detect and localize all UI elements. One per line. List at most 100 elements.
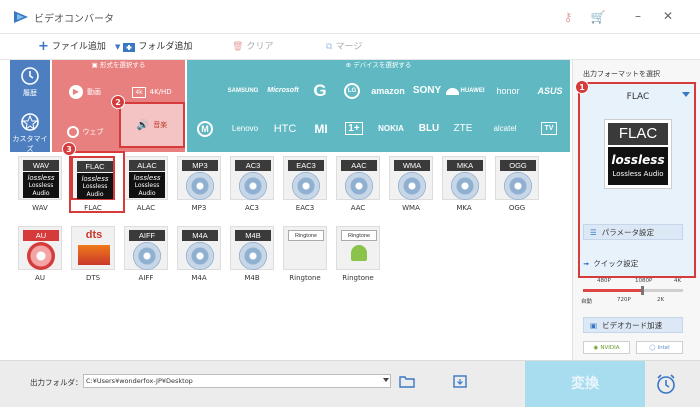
quality-auto: 自動 [581, 299, 593, 305]
format-ac3[interactable]: AC3 AC3 [228, 154, 276, 212]
close-button[interactable]: ✕ [660, 8, 676, 24]
format-m4b[interactable]: M4B M4B [228, 224, 276, 282]
format-aac[interactable]: AAC AAC [334, 154, 382, 212]
format-tile: WAV lossless Lossless Audio [18, 156, 62, 200]
clear-button[interactable]: 🗑 クリア [232, 39, 273, 55]
minimize-button[interactable]: – [630, 8, 646, 24]
customize-label: カスタマイズ [12, 135, 48, 153]
quick-setting-label: クイック設定 [593, 259, 639, 268]
brand-blu[interactable]: BLU [413, 110, 445, 147]
motorola-logo-icon[interactable]: M [187, 110, 223, 147]
brand-htc[interactable]: HTC [265, 110, 305, 147]
category-music[interactable]: 🔊 音楽 [119, 102, 185, 148]
device-panel: ⊕ デバイスを選択する SAMSUNG Microsoft G LG amazo… [187, 60, 570, 152]
quality-slider-track[interactable] [583, 289, 683, 292]
intel-logo-icon: ◯ [649, 344, 656, 351]
chevron-down-icon: ▼ [115, 43, 121, 51]
audio-disc-icon [292, 172, 320, 200]
history-label: 履歴 [23, 89, 37, 97]
quality-slider-thumb[interactable] [641, 286, 644, 295]
format-ogg[interactable]: OGG OGG [493, 154, 541, 212]
open-folder-icon[interactable] [452, 374, 468, 388]
merge-button[interactable]: ⧉ マージ [326, 39, 362, 55]
customize-tab[interactable]: カスタマイズ [10, 106, 50, 153]
parameter-settings-button[interactable]: ☰ パラメータ設定 [583, 224, 683, 240]
nvidia-toggle[interactable]: ◉ NVIDIA [583, 341, 630, 354]
app-logo-icon [14, 11, 28, 23]
brand-google[interactable]: G [305, 72, 335, 109]
format-aiff[interactable]: AIFF AIFF [122, 224, 170, 282]
play-icon: ▶ [69, 85, 83, 99]
brand-lg[interactable]: LG [337, 72, 367, 109]
cart-icon[interactable]: 🛒 [590, 9, 606, 25]
apple-logo-icon[interactable] [187, 72, 223, 109]
format-badge: AU [23, 230, 59, 241]
brand-microsoft[interactable]: Microsoft [263, 72, 303, 109]
audio-disc-icon [345, 172, 373, 200]
brand-nokia[interactable]: NOKIA [371, 110, 411, 147]
format-label: M4B [244, 274, 260, 282]
audio-disc-icon [186, 172, 214, 200]
format-m4a[interactable]: M4A M4A [175, 224, 223, 282]
key-icon[interactable]: ⚷ [560, 9, 576, 25]
quality-2k: 2K [657, 297, 665, 303]
gpu-acceleration-button[interactable]: ▣ ビデオカード加速 [583, 317, 683, 333]
format-eac3[interactable]: EAC3 EAC3 [281, 154, 329, 212]
brand-tv[interactable]: TV [529, 110, 569, 147]
category-video[interactable]: ▶ 動画 [52, 72, 118, 112]
trash-icon: 🗑 [232, 42, 244, 52]
speed-icon: ➟ [583, 259, 590, 268]
format-label: ALAC [136, 204, 156, 212]
plus-icon: + [38, 39, 49, 54]
format-label: MKA [456, 204, 472, 212]
format-wav[interactable]: WAV lossless Lossless Audio WAV [16, 154, 64, 212]
brand-honor[interactable]: honor [487, 72, 529, 109]
output-folder-label: 出力フォルダ： [30, 378, 83, 387]
path-dropdown-icon[interactable] [383, 378, 389, 382]
brand-zte[interactable]: ZTE [445, 110, 481, 147]
format-badge: Ringtone [288, 230, 324, 241]
brand-lenovo[interactable]: Lenovo [225, 110, 265, 147]
clear-label: クリア [246, 42, 274, 52]
format-tile: EAC3 [283, 156, 327, 200]
format-badge: M4A [182, 230, 218, 241]
brand-samsung[interactable]: SAMSUNG [223, 72, 263, 109]
intel-toggle[interactable]: ◯ Intel [636, 341, 683, 354]
brand-xiaomi[interactable]: MI [305, 110, 337, 147]
format-ringtone-apple[interactable]: Ringtone Ringtone [281, 224, 329, 282]
audio-disc-icon [504, 172, 532, 200]
brand-sony[interactable]: SONY [409, 72, 445, 109]
history-tab[interactable]: 履歴 [10, 60, 50, 106]
format-label: Ringtone [289, 274, 321, 282]
format-badge: WMA [394, 160, 430, 171]
device-header: ⊕ デバイスを選択する [345, 61, 412, 69]
dts-surround-icon [78, 245, 110, 265]
brand-amazon[interactable]: amazon [369, 72, 407, 109]
output-format-select[interactable]: FLAC [586, 89, 690, 105]
bottom-bar: 出力フォルダ： C:¥Users¥wonderfox-JP¥Desktop 変換 [0, 360, 700, 407]
add-file-button[interactable]: + ファイル追加 [38, 39, 106, 55]
format-dts[interactable]: dts DTS [69, 224, 117, 282]
format-mp3[interactable]: MP3 MP3 [175, 154, 223, 212]
browse-folder-icon[interactable] [399, 374, 415, 388]
convert-button[interactable]: 変換 [525, 361, 645, 407]
audio-disc-icon [239, 172, 267, 200]
add-folder-button[interactable]: ▼ フォルダ追加 [115, 39, 192, 55]
format-wma[interactable]: WMA WMA [387, 154, 435, 212]
brand-asus[interactable]: ASUS [531, 72, 569, 109]
output-folder-input[interactable]: C:¥Users¥wonderfox-JP¥Desktop [83, 374, 391, 388]
brand-huawei[interactable]: HUAWEI [445, 72, 485, 109]
format-mka[interactable]: MKA MKA [440, 154, 488, 212]
format-alac[interactable]: ALAC lossless Lossless Audio ALAC [122, 154, 170, 212]
brand-oneplus[interactable]: 1+ [337, 110, 371, 147]
brand-alcatel[interactable]: alcatel [483, 110, 527, 147]
alarm-clock-icon[interactable] [655, 373, 677, 395]
format-tile: MKA [442, 156, 486, 200]
format-ringtone-android[interactable]: Ringtone Ringtone [334, 224, 382, 282]
audio-disc-icon [239, 242, 267, 270]
au-icon [27, 242, 55, 270]
format-au[interactable]: AU AU [16, 224, 64, 282]
output-format-box[interactable]: FLAC FLAC lossless Lossless Audio [578, 82, 696, 278]
flac-logo: FLAC lossless Lossless Audio [604, 119, 672, 189]
dropdown-caret-icon[interactable] [682, 92, 690, 97]
